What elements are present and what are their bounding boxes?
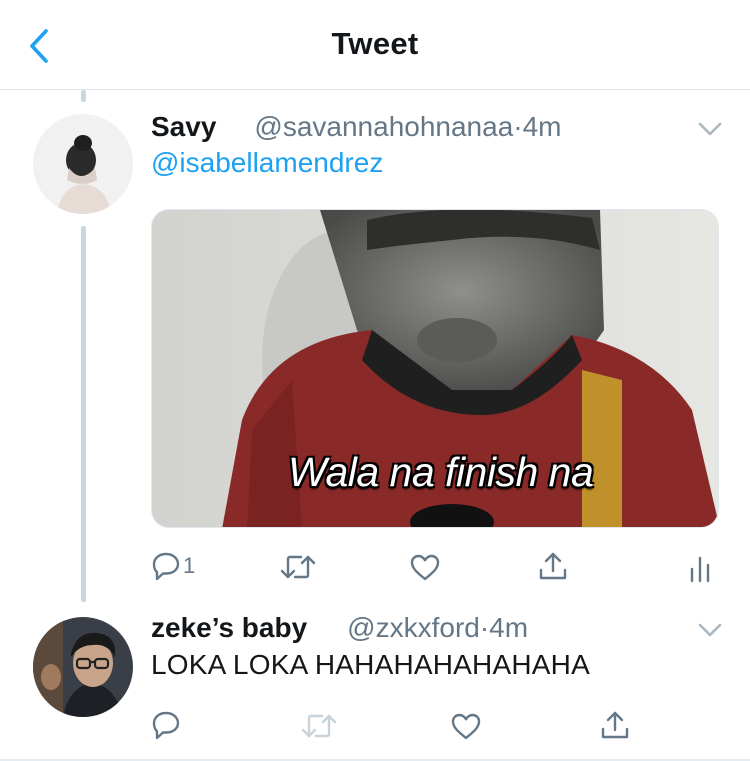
avatar[interactable]	[33, 114, 133, 214]
reply-button[interactable]	[152, 710, 180, 740]
user-handle[interactable]: @savannahohnanaa	[254, 111, 513, 142]
tweet-menu-button[interactable]	[696, 616, 724, 644]
heart-icon	[451, 713, 481, 740]
retweet-arrows-icon	[301, 714, 337, 738]
retweet-arrows-icon	[280, 555, 316, 579]
share-button[interactable]	[538, 550, 568, 582]
tweet-header: zeke’s baby @zxkxford·4m	[151, 612, 528, 644]
tweet-media[interactable]: Wala na finish na	[151, 209, 719, 528]
avatar[interactable]	[33, 617, 133, 717]
avatar-image	[33, 114, 133, 214]
bar-chart-icon	[690, 556, 710, 583]
thread-line	[81, 226, 86, 602]
user-handle[interactable]: @zxkxford	[347, 612, 480, 643]
heart-icon	[410, 554, 440, 581]
chevron-down-icon	[698, 122, 722, 136]
analytics-button[interactable]	[689, 555, 713, 583]
mention-link[interactable]: @isabellamendrez	[151, 147, 383, 179]
display-name[interactable]: Savy	[151, 111, 216, 142]
retweet-button[interactable]	[279, 553, 317, 581]
separator-dot: ·	[513, 111, 523, 142]
share-upload-icon	[601, 711, 629, 739]
share-button[interactable]	[600, 709, 630, 741]
reply-button[interactable]: 1	[152, 551, 195, 581]
like-button[interactable]	[450, 712, 482, 740]
avatar-image	[33, 617, 133, 717]
speech-bubble-icon	[152, 552, 180, 581]
speech-bubble-icon	[152, 711, 180, 740]
retweet-button	[300, 712, 338, 740]
timestamp: 4m	[522, 111, 562, 142]
timestamp: 4m	[489, 612, 529, 643]
chevron-down-icon	[698, 623, 722, 637]
page-title: Tweet	[331, 26, 419, 61]
like-button[interactable]	[409, 553, 441, 581]
share-upload-icon	[539, 552, 567, 580]
tweet-menu-button[interactable]	[696, 115, 724, 143]
media-caption: Wala na finish na	[288, 449, 594, 495]
reply-count: 1	[183, 553, 196, 578]
thread-line-top	[81, 90, 86, 102]
tweet-header: Savy @savannahohnanaa·4m	[151, 111, 562, 143]
top-bar: Tweet	[0, 0, 750, 90]
tweet-text: LOKA LOKA HAHAHAHAHAHAHA	[151, 649, 590, 680]
separator-dot: ·	[479, 612, 490, 643]
display-name[interactable]: zeke’s baby	[151, 612, 307, 643]
